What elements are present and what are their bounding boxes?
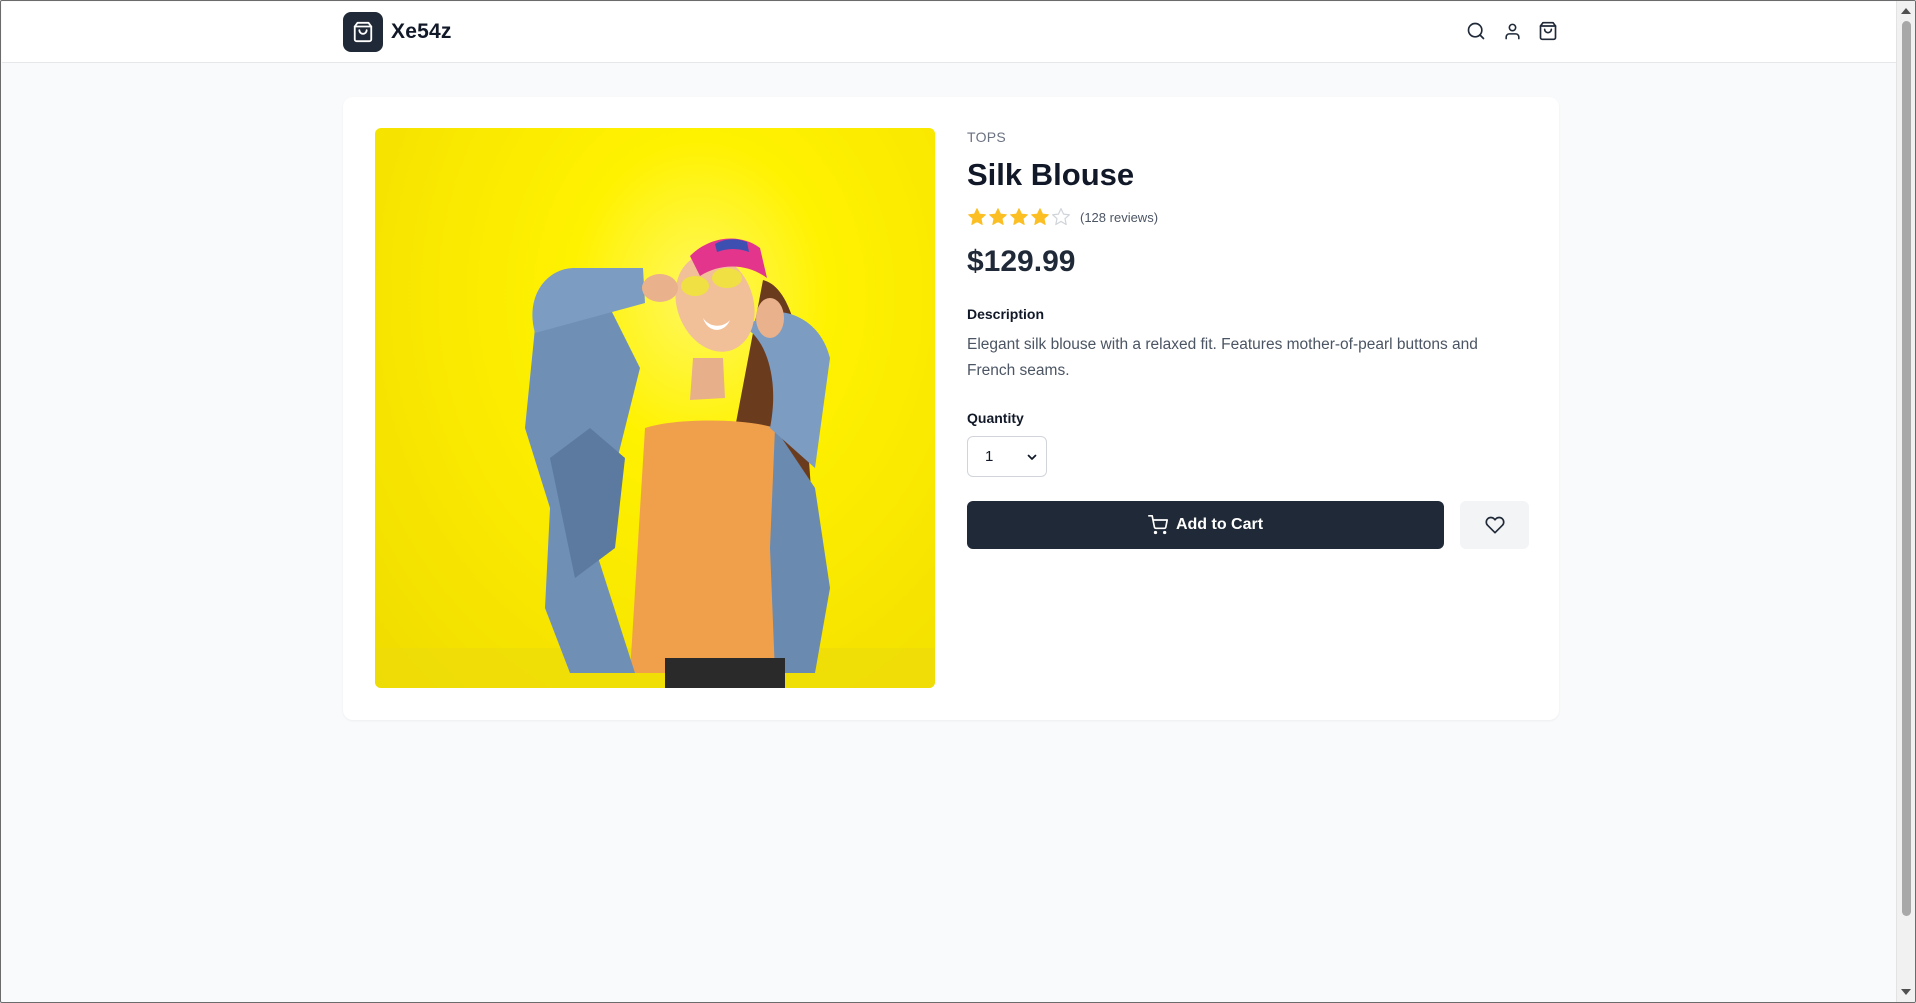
heart-icon [1484,516,1504,534]
search-icon[interactable] [1465,20,1487,42]
star-empty-icon [1052,208,1070,226]
product-rating: (128 reviews) [967,207,1529,227]
star-filled-icon [989,208,1007,225]
brand-logo-link[interactable]: Xe54z [343,12,452,52]
star-filled-icon [1010,208,1028,225]
quantity-label: Quantity [967,410,1024,426]
shopping-bag-icon [343,12,383,52]
add-to-cart-label: Add to Cart [1175,516,1264,533]
wishlist-button[interactable] [1460,501,1529,549]
review-count[interactable]: (128 reviews) [1080,210,1158,225]
product-info: TOPS Silk Blouse (128 reviews) $129.99 D… [967,128,1529,549]
description-label: Description [967,306,1045,322]
rating-stars [967,207,1071,227]
product-price: $129.99 [967,245,1076,278]
site-header: Xe54z [2,2,1897,63]
quantity-value: 1 [985,448,994,465]
scrollbar-thumb[interactable] [1902,21,1911,916]
product-card: TOPS Silk Blouse (128 reviews) $129.99 D… [343,97,1559,720]
product-image [375,128,935,688]
chevron-down-icon [1027,454,1037,460]
scroll-up-arrow-icon[interactable] [1901,8,1911,14]
cart-icon[interactable] [1537,20,1559,42]
product-category: TOPS [967,129,1007,145]
product-title: Silk Blouse [967,157,1135,192]
vertical-scrollbar[interactable] [1896,1,1915,1002]
star-filled-icon [968,208,986,225]
browser-viewport: Xe54z TOPS Silk Blouse (128 reviews) $12… [0,0,1916,1003]
star-filled-icon [1031,208,1049,225]
header-actions [1465,20,1559,42]
product-actions: Add to Cart [967,501,1529,549]
user-icon[interactable] [1501,20,1523,42]
scroll-down-arrow-icon[interactable] [1901,989,1911,995]
cart-icon [1147,515,1168,535]
add-to-cart-button[interactable]: Add to Cart [967,501,1444,549]
brand-name: Xe54z [391,20,452,43]
description-text: Elegant silk blouse with a relaxed fit. … [967,336,1478,379]
quantity-select[interactable]: 1 [967,436,1047,477]
